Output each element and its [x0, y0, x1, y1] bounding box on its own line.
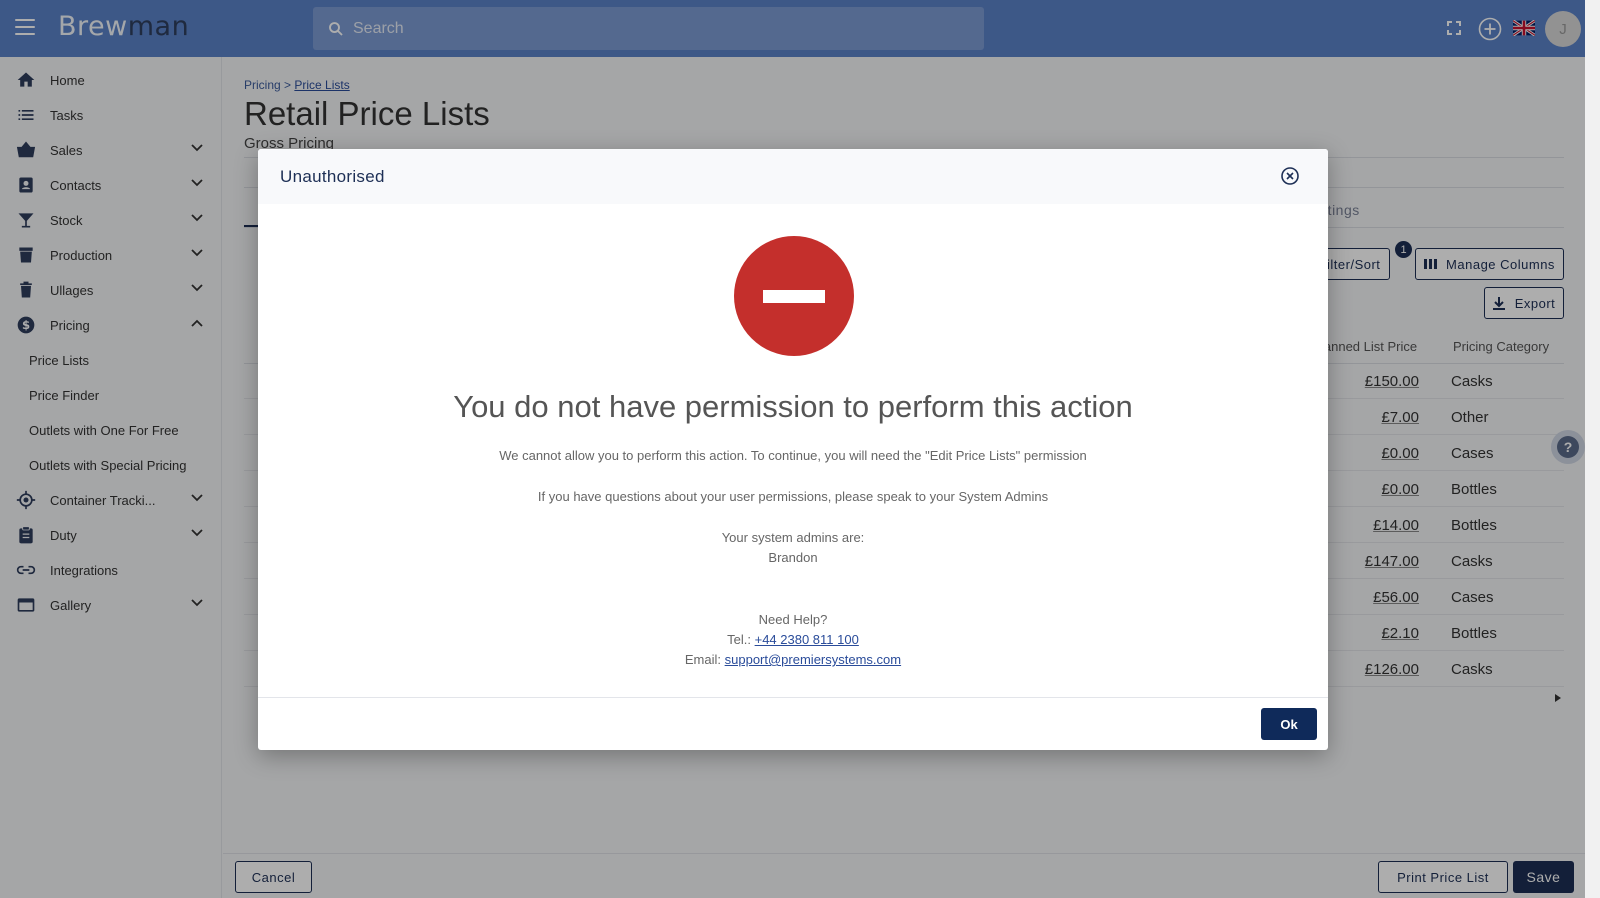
admin-name: Brandon — [768, 550, 818, 565]
close-icon[interactable] — [1280, 166, 1300, 186]
support-phone-link[interactable]: +44 2380 811 100 — [755, 632, 859, 647]
support-email-line: Email: support@premiersystems.com — [258, 652, 1328, 667]
dialog-footer-divider — [258, 697, 1328, 698]
dialog-title: Unauthorised — [280, 167, 385, 186]
dialog-heading: You do not have permission to perform th… — [453, 389, 1133, 424]
support-email-link[interactable]: support@premiersystems.com — [725, 652, 901, 667]
no-entry-icon — [734, 236, 854, 356]
email-label: Email: — [684, 652, 725, 667]
need-help-label: Need Help? — [758, 612, 828, 627]
support-phone-line: Tel.: +44 2380 811 100 — [258, 632, 1328, 647]
admins-label: Your system admins are: — [721, 530, 865, 545]
dialog-header: Unauthorised — [258, 149, 1328, 204]
contact-admins-message: If you have questions about your user pe… — [537, 489, 1049, 504]
page-scrollbar[interactable] — [1585, 0, 1600, 898]
tel-label: Tel.: — [727, 632, 755, 647]
ok-label: Ok — [1280, 716, 1298, 732]
permission-message: We cannot allow you to perform this acti… — [499, 448, 1087, 463]
unauthorised-dialog: Unauthorised You do not have permission … — [258, 149, 1328, 750]
ok-button[interactable]: Ok — [1261, 708, 1317, 740]
